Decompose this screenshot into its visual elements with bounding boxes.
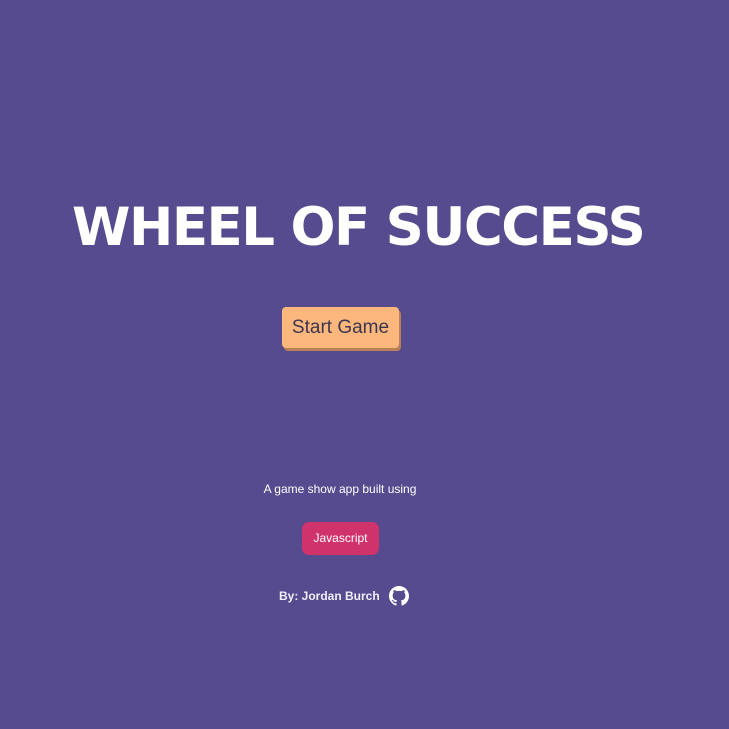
tagline: A game show app built using: [263, 482, 417, 496]
author-name: By: Jordan Burch: [279, 589, 380, 603]
author-byline: By: Jordan Burch: [279, 586, 409, 606]
github-icon[interactable]: [388, 586, 409, 606]
start-game-button[interactable]: Start Game: [282, 307, 399, 348]
javascript-badge[interactable]: Javascript: [302, 522, 379, 555]
page-title: WHEEL OF SUCCESS: [72, 197, 646, 258]
